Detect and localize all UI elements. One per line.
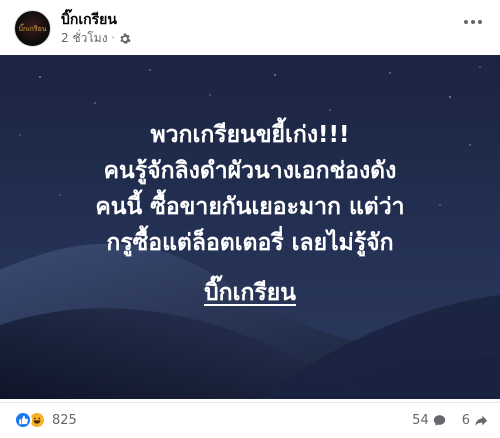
caption-line: คนนี้ ซื้อขายกันเยอะมาก แต่ว่า — [95, 194, 405, 220]
share-icon — [475, 415, 488, 426]
post-header: บิ๊กเกรียน บิ๊กเกรียน 2 ชั่วโมง · — [0, 0, 500, 52]
image-caption: พวกเกรียนขยี้เก่ง!!! คนรู้จักลิงดำผัวนาง… — [0, 117, 500, 311]
like-icon — [14, 411, 32, 429]
reactions-summary[interactable]: 825 — [14, 411, 77, 429]
avatar[interactable]: บิ๊กเกรียน — [14, 10, 51, 47]
post-timestamp[interactable]: 2 ชั่วโมง — [61, 29, 108, 48]
comment-icon — [433, 415, 445, 426]
avatar-logo-text: บิ๊กเกรียน — [18, 25, 47, 33]
shares-count-button[interactable]: 6 — [462, 413, 488, 428]
engagement-stats: 54 6 — [412, 413, 488, 428]
dot-icon — [464, 20, 468, 24]
post-footer: 825 54 6 — [0, 402, 500, 438]
caption-line: พวกเกรียนขยี้เก่ง!!! — [150, 122, 350, 148]
comments-count-button[interactable]: 54 — [412, 413, 446, 428]
comment-count: 54 — [412, 413, 429, 428]
dot-icon — [478, 20, 482, 24]
meta-separator: · — [111, 33, 115, 44]
share-count: 6 — [461, 413, 470, 428]
more-options-button[interactable] — [458, 10, 488, 34]
reaction-count: 825 — [52, 412, 77, 428]
gear-icon[interactable] — [119, 32, 131, 45]
post-meta: 2 ชั่วโมง · — [61, 29, 131, 48]
caption-line: กรูซื้อแต่ล็อตเตอรี่ เลยไม่รู้จัก — [106, 230, 394, 256]
facebook-post: บิ๊กเกรียน บิ๊กเกรียน 2 ชั่วโมง · พวกเกร… — [0, 0, 500, 438]
caption-signature: บิ๊กเกรียน — [204, 280, 296, 306]
post-image[interactable]: พวกเกรียนขยี้เก่ง!!! คนรู้จักลิงดำผัวนาง… — [0, 55, 500, 399]
dot-icon — [471, 20, 475, 24]
page-name[interactable]: บิ๊กเกรียน — [61, 9, 117, 31]
caption-line: คนรู้จักลิงดำผัวนางเอกช่องดัง — [103, 158, 397, 184]
